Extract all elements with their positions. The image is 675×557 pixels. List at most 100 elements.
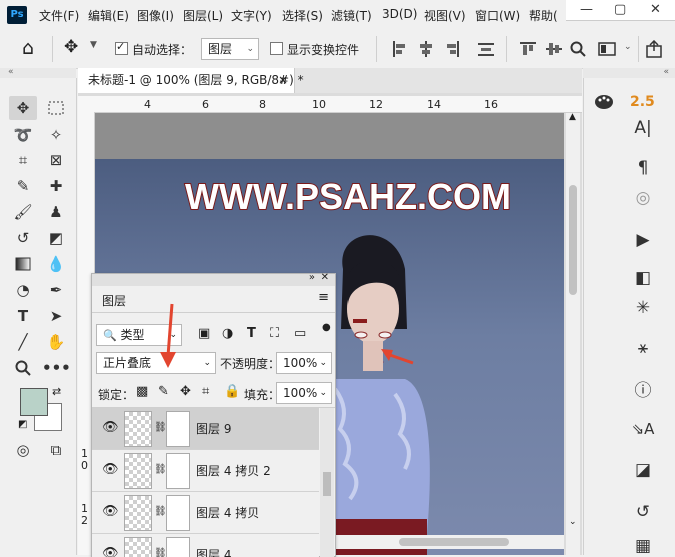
- workspace-icon[interactable]: [598, 41, 616, 57]
- move-tool-icon[interactable]: ✥: [64, 37, 78, 57]
- layer-row[interactable]: 👁 ⛓ 图层 4 拷贝 2: [92, 450, 319, 492]
- filter-type-icon[interactable]: T: [247, 326, 256, 341]
- eye-icon[interactable]: 👁: [102, 420, 119, 435]
- link-icon[interactable]: ⛓: [154, 506, 167, 517]
- filter-smart-object-icon[interactable]: ▭: [294, 326, 306, 341]
- panel-menu-icon[interactable]: ≡: [318, 290, 329, 305]
- layers-panel-titlebar[interactable]: » ✕: [92, 272, 335, 286]
- show-transform-checkbox[interactable]: [270, 42, 283, 55]
- filter-adjustment-icon[interactable]: ◑: [222, 326, 233, 341]
- scroll-up-icon[interactable]: ▲: [569, 112, 576, 122]
- link-icon[interactable]: ⛓: [154, 548, 167, 557]
- menu-select[interactable]: 选择(S): [282, 7, 323, 24]
- menu-3d[interactable]: 3D(D): [382, 7, 417, 21]
- search-icon[interactable]: [570, 41, 586, 57]
- filter-toggle-icon[interactable]: ●: [322, 322, 331, 333]
- lock-image-icon[interactable]: ✎: [158, 384, 169, 399]
- opacity-field[interactable]: 100% ⌄: [276, 352, 332, 374]
- healing-brush-icon[interactable]: ✚: [42, 174, 70, 198]
- history-brush-icon[interactable]: ↺: [9, 226, 37, 250]
- brush-tool-icon[interactable]: 🖌: [9, 200, 37, 224]
- zoom-tool-icon[interactable]: [9, 356, 37, 380]
- menu-help[interactable]: 帮助(: [529, 7, 558, 24]
- document-tab[interactable]: 未标题-1 @ 100% (图层 9, RGB/8#) * ×: [78, 68, 304, 93]
- type-tool-icon[interactable]: T: [9, 304, 37, 328]
- horizontal-scroll-thumb[interactable]: [399, 538, 509, 546]
- layer-name[interactable]: 图层 4: [196, 546, 231, 557]
- scroll-down-icon[interactable]: ⌄: [569, 517, 577, 527]
- auto-select-target-dropdown[interactable]: 图层 ⌄: [201, 38, 259, 60]
- history-icon[interactable]: ↺: [624, 502, 662, 522]
- fill-field[interactable]: 100% ⌄: [276, 382, 332, 404]
- panel-collapse-2[interactable]: «: [622, 67, 675, 78]
- toolbar-collapse[interactable]: «: [0, 67, 76, 78]
- vertical-scroll-thumb[interactable]: [569, 185, 577, 295]
- quick-mask-icon[interactable]: ◎: [9, 438, 37, 462]
- collapse-icon[interactable]: »: [309, 272, 315, 283]
- close-icon[interactable]: ✕: [321, 272, 329, 283]
- hand-tool-icon[interactable]: ✋: [42, 330, 70, 354]
- layer-mask-thumbnail[interactable]: [166, 537, 190, 557]
- gradient-tool-icon[interactable]: [9, 252, 37, 276]
- character-styles-icon[interactable]: ⇘A: [624, 420, 662, 438]
- menu-image[interactable]: 图像(I): [137, 7, 174, 24]
- blur-tool-icon[interactable]: 💧: [42, 252, 70, 276]
- character-icon[interactable]: A|: [624, 118, 662, 138]
- vertical-scrollbar[interactable]: ▲ ⌄: [566, 112, 580, 555]
- frame-tool-icon[interactable]: ⊠: [42, 148, 70, 172]
- marquee-tool-icon[interactable]: [42, 96, 70, 120]
- lock-transparent-icon[interactable]: ▩: [136, 384, 148, 399]
- glyphs-icon[interactable]: ◎: [624, 188, 662, 208]
- libraries-icon[interactable]: ◧: [624, 268, 662, 288]
- layer-name[interactable]: 图层 4 拷贝: [196, 504, 259, 521]
- foreground-color-swatch[interactable]: [20, 388, 48, 416]
- more-tools-icon[interactable]: •••: [42, 356, 71, 380]
- lasso-tool-icon[interactable]: ➰: [9, 123, 37, 147]
- layer-mask-thumbnail[interactable]: [166, 453, 190, 489]
- menu-filter[interactable]: 滤镜(T): [331, 7, 372, 24]
- properties-icon[interactable]: ▦: [624, 536, 662, 556]
- screen-mode-icon[interactable]: ⧉: [42, 438, 70, 462]
- eye-icon[interactable]: 👁: [102, 462, 119, 477]
- panel-collapse-1[interactable]: [583, 68, 622, 78]
- menu-type[interactable]: 文字(Y): [231, 7, 272, 24]
- minimize-button[interactable]: —: [580, 2, 593, 17]
- layer-mask-thumbnail[interactable]: [166, 411, 190, 447]
- layers-scroll-thumb[interactable]: [323, 472, 331, 496]
- swatches-icon[interactable]: ◪: [624, 460, 662, 480]
- align-top-icon[interactable]: [520, 41, 536, 57]
- crop-tool-icon[interactable]: ⌗: [9, 148, 37, 172]
- lock-all-icon[interactable]: 🔒: [224, 384, 240, 399]
- eye-icon[interactable]: 👁: [102, 546, 119, 557]
- close-tab-icon[interactable]: ×: [278, 68, 288, 93]
- home-icon[interactable]: ⌂: [22, 37, 34, 59]
- close-button[interactable]: ✕: [650, 2, 661, 17]
- menu-file[interactable]: 文件(F): [39, 7, 79, 24]
- layer-row[interactable]: 👁 ⛓ 图层 4 拷贝: [92, 492, 319, 534]
- swap-colors-icon[interactable]: ⇄: [52, 385, 61, 398]
- layer-name[interactable]: 图层 4 拷贝 2: [196, 462, 271, 479]
- menu-layer[interactable]: 图层(L): [183, 7, 223, 24]
- lock-artboard-icon[interactable]: ⌗: [202, 384, 209, 399]
- horizontal-scrollbar[interactable]: [335, 535, 564, 549]
- auto-select-checkbox[interactable]: [115, 40, 128, 55]
- link-icon[interactable]: ⛓: [154, 464, 167, 475]
- eraser-tool-icon[interactable]: ◩: [42, 226, 70, 250]
- pen-tool-icon[interactable]: ✒: [42, 278, 70, 302]
- eye-icon[interactable]: 👁: [102, 504, 119, 519]
- stamp-tool-icon[interactable]: ♟: [42, 200, 70, 224]
- tab-layers[interactable]: 图层: [102, 292, 126, 309]
- menu-view[interactable]: 视图(V): [424, 7, 466, 24]
- filter-shape-icon[interactable]: ⛶: [270, 326, 279, 341]
- chevron-down-icon[interactable]: ▼: [90, 40, 97, 50]
- paragraph-icon[interactable]: ¶: [624, 158, 662, 178]
- menu-edit[interactable]: 编辑(E): [88, 7, 129, 24]
- align-center-icon[interactable]: [418, 41, 434, 57]
- align-right-icon[interactable]: [444, 41, 460, 57]
- distribute-vertical-icon[interactable]: [478, 41, 494, 57]
- line-tool-icon[interactable]: ╱: [9, 330, 37, 354]
- info-icon[interactable]: ⓘ: [624, 376, 662, 401]
- align-middle-icon[interactable]: [546, 41, 562, 57]
- share-icon[interactable]: [645, 40, 663, 58]
- lock-position-icon[interactable]: ✥: [180, 384, 191, 399]
